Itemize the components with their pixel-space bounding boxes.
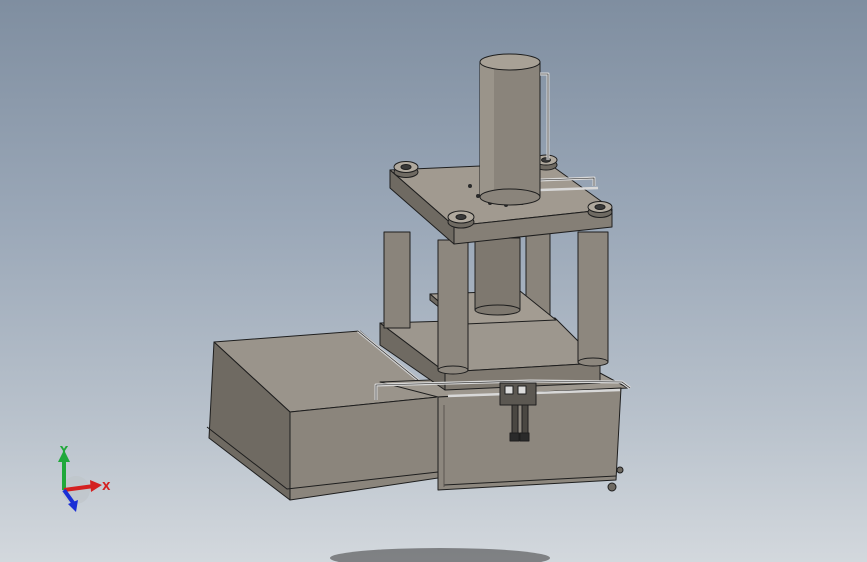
x-axis-label: X (102, 480, 111, 493)
y-axis-label: Y (59, 444, 69, 457)
nut-back-left (393, 161, 419, 178)
left-tank-front-face (289, 396, 439, 501)
x-axis-head (90, 480, 102, 492)
cabinet-foot-right (607, 482, 617, 492)
graphics-viewport[interactable]: Y X (0, 0, 867, 562)
piston-rod (474, 237, 521, 311)
hydraulic-cylinder[interactable] (479, 53, 541, 206)
press-machine-model[interactable] (0, 0, 867, 562)
cylinder-feed-pipe (540, 72, 550, 160)
cabinet-foot-side (616, 466, 624, 474)
orientation-triad[interactable]: Y X (40, 440, 120, 520)
nut-front-left (447, 210, 475, 229)
floor-shadow (330, 548, 550, 562)
cylinder-top-cap (479, 53, 541, 71)
nut-front-right (587, 201, 613, 218)
